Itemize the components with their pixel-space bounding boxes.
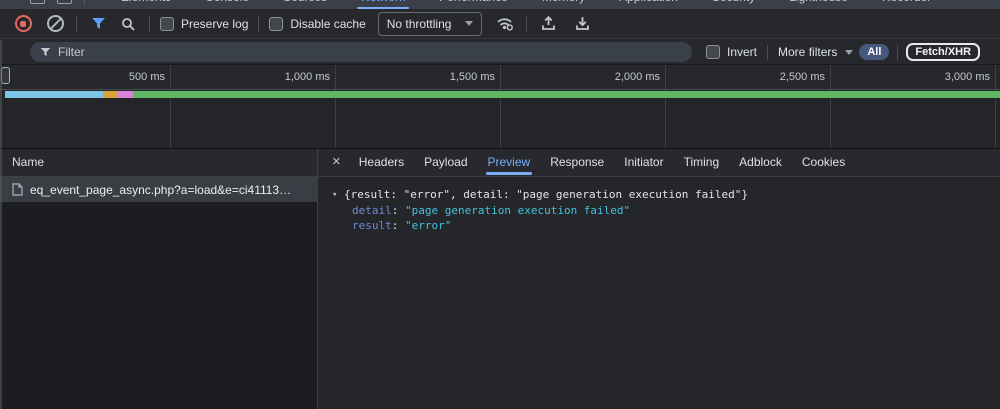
tab-memory[interactable]: Memory <box>540 0 587 9</box>
more-filters-button[interactable]: More filters <box>778 45 853 59</box>
tick-label: 500 ms <box>6 65 171 89</box>
tab-adblock[interactable]: Adblock <box>729 148 792 176</box>
device-toolbar-icon[interactable] <box>57 0 72 4</box>
overview-waterfall-bar[interactable] <box>5 91 1000 98</box>
network-conditions-icon[interactable] <box>494 13 516 35</box>
devtools-tab-bar: Elements Console Sources Network Perform… <box>0 0 1000 9</box>
divider <box>767 45 768 60</box>
checkbox-icon <box>706 45 720 59</box>
filter-chip-fetch-xhr[interactable]: Fetch/XHR <box>906 43 980 61</box>
key-separator: : <box>392 219 405 232</box>
tick-label: 3,000 ms <box>831 65 996 89</box>
request-details-panel: × Headers Payload Preview Response Initi… <box>318 148 1000 409</box>
filter-input[interactable]: Filter <box>30 42 692 62</box>
name-column-label: Name <box>12 155 44 169</box>
tab-network[interactable]: Network <box>359 0 407 9</box>
tab-initiator[interactable]: Initiator <box>614 148 673 176</box>
tick-label: 1,000 ms <box>171 65 336 89</box>
devtools-network-panel: Elements Console Sources Network Perform… <box>0 0 1000 409</box>
funnel-icon <box>40 47 51 57</box>
json-root-row[interactable]: ▾ {result: "error", detail: "page genera… <box>332 187 1000 203</box>
network-toolbar: Preserve log Disable cache No throttling <box>0 9 1000 39</box>
bar-segment-pink <box>118 91 133 98</box>
tab-application[interactable]: Application <box>617 0 680 9</box>
clear-button[interactable] <box>44 13 66 35</box>
request-row[interactable]: eq_event_page_async.php?a=load&e=ci41113… <box>0 177 317 202</box>
json-key: result <box>352 219 392 232</box>
network-filter-bar: Filter Invert More filters All Fetch/XHR <box>0 40 1000 65</box>
key-separator: : <box>392 204 405 217</box>
throttling-dropdown[interactable]: No throttling <box>378 12 483 36</box>
divider <box>76 16 77 32</box>
tab-recorder[interactable]: Recorder <box>880 0 933 9</box>
document-icon <box>12 183 23 196</box>
more-filters-label: More filters <box>778 45 837 59</box>
checkbox-icon <box>160 17 174 31</box>
divider <box>84 0 85 5</box>
tab-security[interactable]: Security <box>710 0 757 9</box>
inspect-element-icon[interactable] <box>30 0 45 4</box>
json-value: "page generation execution failed" <box>405 204 630 217</box>
tab-response[interactable]: Response <box>540 148 614 176</box>
disable-cache-checkbox[interactable]: Disable cache <box>269 17 365 31</box>
json-summary: {result: "error", detail: "page generati… <box>344 187 748 202</box>
chevron-down-icon <box>465 21 473 26</box>
ruler-divider <box>0 89 1000 90</box>
divider <box>149 16 150 32</box>
network-overview[interactable]: 500 ms 1,000 ms 1,500 ms 2,000 ms 2,500 … <box>0 65 1000 149</box>
json-property-row[interactable]: result: "error" <box>332 218 1000 233</box>
tab-timing[interactable]: Timing <box>674 148 730 176</box>
tab-preview[interactable]: Preview <box>478 148 541 176</box>
divider <box>897 45 898 60</box>
tab-headers[interactable]: Headers <box>349 148 414 176</box>
divider <box>526 16 527 32</box>
tab-console[interactable]: Console <box>203 0 251 9</box>
close-icon[interactable]: × <box>330 154 349 171</box>
filter-chip-all[interactable]: All <box>859 44 889 60</box>
filter-placeholder: Filter <box>58 45 85 59</box>
expand-triangle-icon[interactable]: ▾ <box>332 187 344 203</box>
preserve-log-checkbox[interactable]: Preserve log <box>160 17 248 31</box>
details-tab-bar: × Headers Payload Preview Response Initi… <box>318 148 1000 177</box>
bar-segment-blue <box>5 91 103 98</box>
tab-sources[interactable]: Sources <box>281 0 329 9</box>
tick-label: 1,500 ms <box>336 65 501 89</box>
tab-cookies[interactable]: Cookies <box>792 148 855 176</box>
requests-panel: Name eq_event_page_async.php?a=load&e=ci… <box>0 148 318 409</box>
json-value: "error" <box>405 219 451 232</box>
request-name: eq_event_page_async.php?a=load&e=ci41113… <box>30 183 291 197</box>
checkbox-icon <box>269 17 283 31</box>
preview-content: ▾ {result: "error", detail: "page genera… <box>318 177 1000 233</box>
tab-payload[interactable]: Payload <box>414 148 477 176</box>
export-har-icon[interactable] <box>571 13 593 35</box>
chevron-down-icon <box>845 50 853 55</box>
throttling-value: No throttling <box>387 17 452 31</box>
invert-checkbox[interactable]: Invert <box>706 45 757 59</box>
tick-label: 2,000 ms <box>501 65 666 89</box>
tab-performance[interactable]: Performance <box>437 0 510 9</box>
tab-lighthouse[interactable]: Lighthouse <box>787 0 850 9</box>
overview-window-grip[interactable] <box>1 67 10 84</box>
tab-elements[interactable]: Elements <box>119 0 173 9</box>
preserve-log-label: Preserve log <box>181 17 248 31</box>
name-column-header[interactable]: Name <box>0 148 317 177</box>
bar-segment-green <box>133 91 1000 98</box>
import-har-icon[interactable] <box>537 13 559 35</box>
bar-segment-orange <box>103 91 118 98</box>
tick-label: 2,500 ms <box>666 65 831 89</box>
search-icon[interactable] <box>117 13 139 35</box>
filter-toggle-icon[interactable] <box>87 13 109 35</box>
invert-label: Invert <box>727 45 757 59</box>
json-key: detail <box>352 204 392 217</box>
divider <box>258 16 259 32</box>
json-property-row[interactable]: detail: "page generation execution faile… <box>332 203 1000 218</box>
record-button[interactable] <box>12 13 34 35</box>
network-bottom-split: Name eq_event_page_async.php?a=load&e=ci… <box>0 148 1000 409</box>
disable-cache-label: Disable cache <box>290 17 365 31</box>
